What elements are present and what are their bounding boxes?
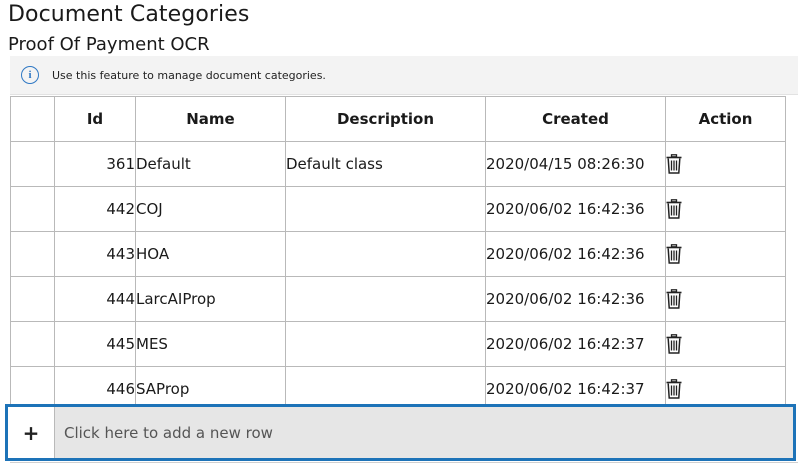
cell-created: 2020/06/02 16:42:36 — [485, 186, 666, 232]
add-row-plus-icon[interactable]: + — [8, 407, 55, 458]
cell-created: 2020/06/02 16:42:37 — [485, 321, 666, 367]
info-icon: i — [21, 66, 39, 84]
cell-name[interactable]: SAProp — [135, 366, 286, 406]
cell-created: 2020/06/02 16:42:36 — [485, 276, 666, 322]
cell-created: 2020/06/02 16:42:36 — [485, 231, 666, 277]
cell-description[interactable] — [285, 276, 486, 322]
cell-action — [665, 186, 786, 232]
cell-description[interactable] — [285, 366, 486, 406]
grid-bottom-border — [10, 462, 798, 463]
page-title: Document Categories — [8, 2, 250, 27]
cell-action — [665, 321, 786, 367]
delete-trash-icon[interactable] — [666, 154, 682, 174]
cell-id: 446 — [54, 366, 136, 406]
cell-created: 2020/06/02 16:42:37 — [485, 366, 666, 406]
add-row-prompt[interactable]: Click here to add a new row — [55, 407, 793, 458]
delete-trash-icon[interactable] — [666, 379, 682, 399]
cell-action — [665, 141, 786, 187]
cell-id: 445 — [54, 321, 136, 367]
table-row[interactable]: 444 LarcAIProp 2020/06/02 16:42:36 — [10, 276, 786, 322]
row-selector[interactable] — [10, 366, 55, 406]
cell-id: 361 — [54, 141, 136, 187]
header-row: Id Name Description Created Action — [10, 96, 786, 142]
header-id[interactable]: Id — [54, 96, 136, 142]
cell-description[interactable] — [285, 231, 486, 277]
cell-created: 2020/04/15 08:26:30 — [485, 141, 666, 187]
categories-table: Id Name Description Created Action 361 De… — [10, 96, 786, 406]
row-selector[interactable] — [10, 276, 55, 322]
cell-id: 442 — [54, 186, 136, 232]
cell-id: 443 — [54, 231, 136, 277]
table-row[interactable]: 361 Default Default class 2020/04/15 08:26:… — [10, 141, 786, 187]
cell-name[interactable]: COJ — [135, 186, 286, 232]
cell-action — [665, 276, 786, 322]
table-row[interactable]: 443 HOA 2020/06/02 16:42:36 — [10, 231, 786, 277]
header-created[interactable]: Created — [485, 96, 666, 142]
cell-id: 444 — [54, 276, 136, 322]
row-selector[interactable] — [10, 141, 55, 187]
row-selector[interactable] — [10, 231, 55, 277]
header-description[interactable]: Description — [285, 96, 486, 142]
table-row[interactable]: 446 SAProp 2020/06/02 16:42:37 — [10, 366, 786, 406]
info-bar: i Use this feature to manage document ca… — [10, 56, 798, 95]
categories-grid: Id Name Description Created Action 361 De… — [10, 96, 798, 406]
cell-action — [665, 366, 786, 406]
add-new-row[interactable]: + Click here to add a new row — [5, 404, 796, 461]
cell-name[interactable]: MES — [135, 321, 286, 367]
cell-name[interactable]: LarcAIProp — [135, 276, 286, 322]
table-row[interactable]: 445 MES 2020/06/02 16:42:37 — [10, 321, 786, 367]
cell-description[interactable]: Default class — [285, 141, 486, 187]
header-select — [10, 96, 55, 142]
info-text: Use this feature to manage document cate… — [52, 68, 326, 82]
cell-name[interactable]: Default — [135, 141, 286, 187]
header-name[interactable]: Name — [135, 96, 286, 142]
page-subtitle: Proof Of Payment OCR — [8, 34, 210, 55]
table-row[interactable]: 442 COJ 2020/06/02 16:42:36 — [10, 186, 786, 232]
delete-trash-icon[interactable] — [666, 289, 682, 309]
header-action: Action — [665, 96, 786, 142]
row-selector[interactable] — [10, 321, 55, 367]
cell-name[interactable]: HOA — [135, 231, 286, 277]
cell-description[interactable] — [285, 186, 486, 232]
cell-action — [665, 231, 786, 277]
delete-trash-icon[interactable] — [666, 199, 682, 219]
row-selector[interactable] — [10, 186, 55, 232]
cell-description[interactable] — [285, 321, 486, 367]
delete-trash-icon[interactable] — [666, 334, 682, 354]
delete-trash-icon[interactable] — [666, 244, 682, 264]
